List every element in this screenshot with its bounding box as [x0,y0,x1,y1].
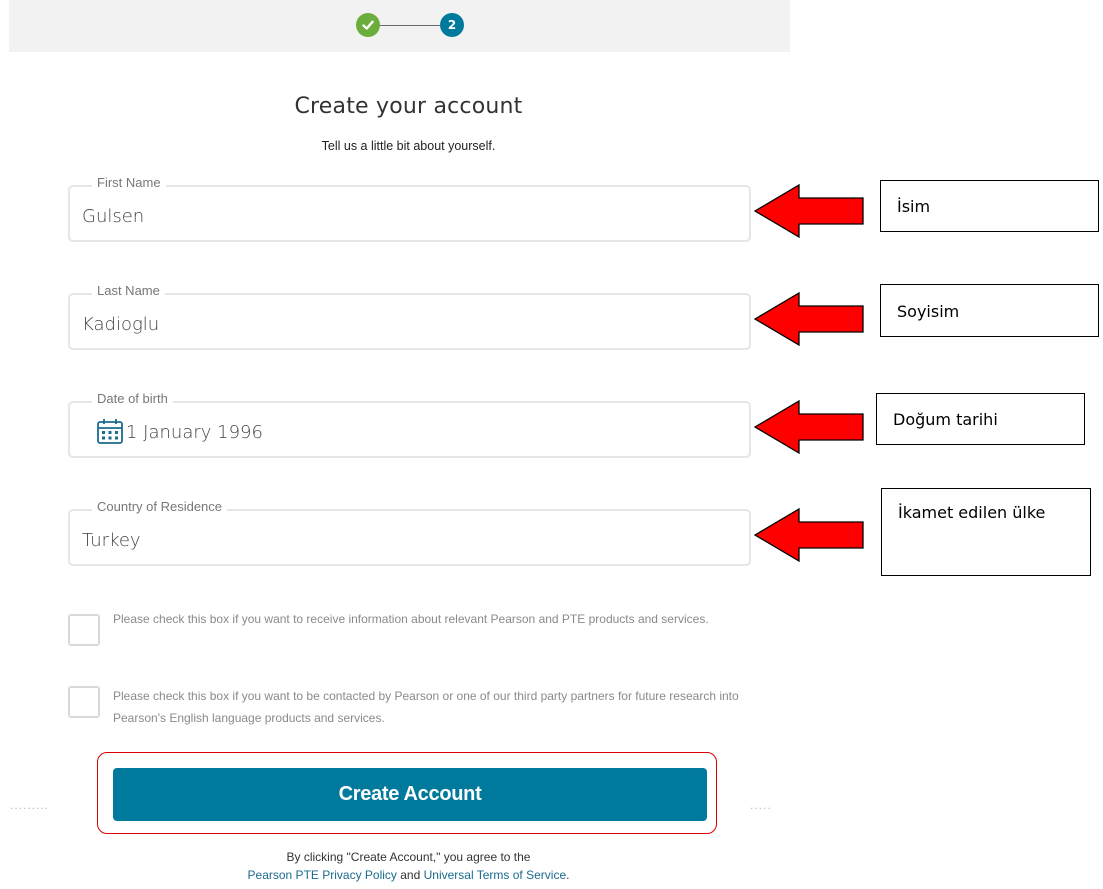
legal-links-line: Pearson PTE Privacy Policy and Universal… [0,866,817,884]
page-subtitle: Tell us a little bit about yourself. [321,139,496,153]
annotation-arrow-icon [753,399,864,455]
annotation-note-country: İkamet edilen ülke [881,488,1091,576]
last-name-label: Last Name [92,283,165,298]
progress-stepper: 2 [9,0,790,52]
annotation-arrow-icon [753,183,864,239]
country-of-residence-field[interactable]: Country of Residence Turkey [68,499,751,566]
research-consent-checkbox[interactable] [68,686,100,718]
create-account-button[interactable]: Create Account [113,768,707,821]
page-title: Create your account [294,94,523,119]
legal-line: By clicking "Create Account," you agree … [286,850,531,864]
date-of-birth-field[interactable]: Date of birth 1 January 1996 [68,391,751,458]
decorative-dots-right: ..... [750,798,772,812]
stepper-connector [380,25,440,26]
annotation-arrow-icon [753,291,864,347]
country-of-residence-label: Country of Residence [92,499,228,514]
calendar-icon[interactable] [96,417,124,445]
research-consent-text: Please check this box if you want to be … [113,689,739,725]
date-of-birth-label: Date of birth [92,391,173,406]
first-name-value[interactable]: Gulsen [82,206,144,227]
marketing-consent-text: Please check this box if you want to rec… [113,612,709,626]
privacy-policy-link[interactable]: Pearson PTE Privacy Policy [248,868,397,882]
terms-of-service-link[interactable]: Universal Terms of Service [424,868,567,882]
first-name-field[interactable]: First Name Gulsen [68,175,751,242]
decorative-dots-left: ......... [10,798,50,812]
last-name-value[interactable]: Kadioglu [82,314,159,335]
marketing-consent-checkbox[interactable] [68,614,100,646]
step-complete-check-icon [356,13,380,37]
last-name-field[interactable]: Last Name Kadioglu [68,283,751,350]
annotation-arrow-icon [753,507,864,563]
date-of-birth-value[interactable]: 1 January 1996 [126,422,263,443]
annotation-note-last-name: Soyisim [880,284,1099,337]
first-name-label: First Name [92,175,166,190]
annotation-note-first-name: İsim [880,180,1099,232]
step-current: 2 [440,13,464,37]
annotation-note-date-of-birth: Doğum tarihi [876,393,1085,445]
legal-and-text: and [396,868,424,882]
country-of-residence-value[interactable]: Turkey [82,530,141,551]
legal-period: . [566,868,570,882]
legal-notice: By clicking "Create Account," you agree … [0,848,817,884]
